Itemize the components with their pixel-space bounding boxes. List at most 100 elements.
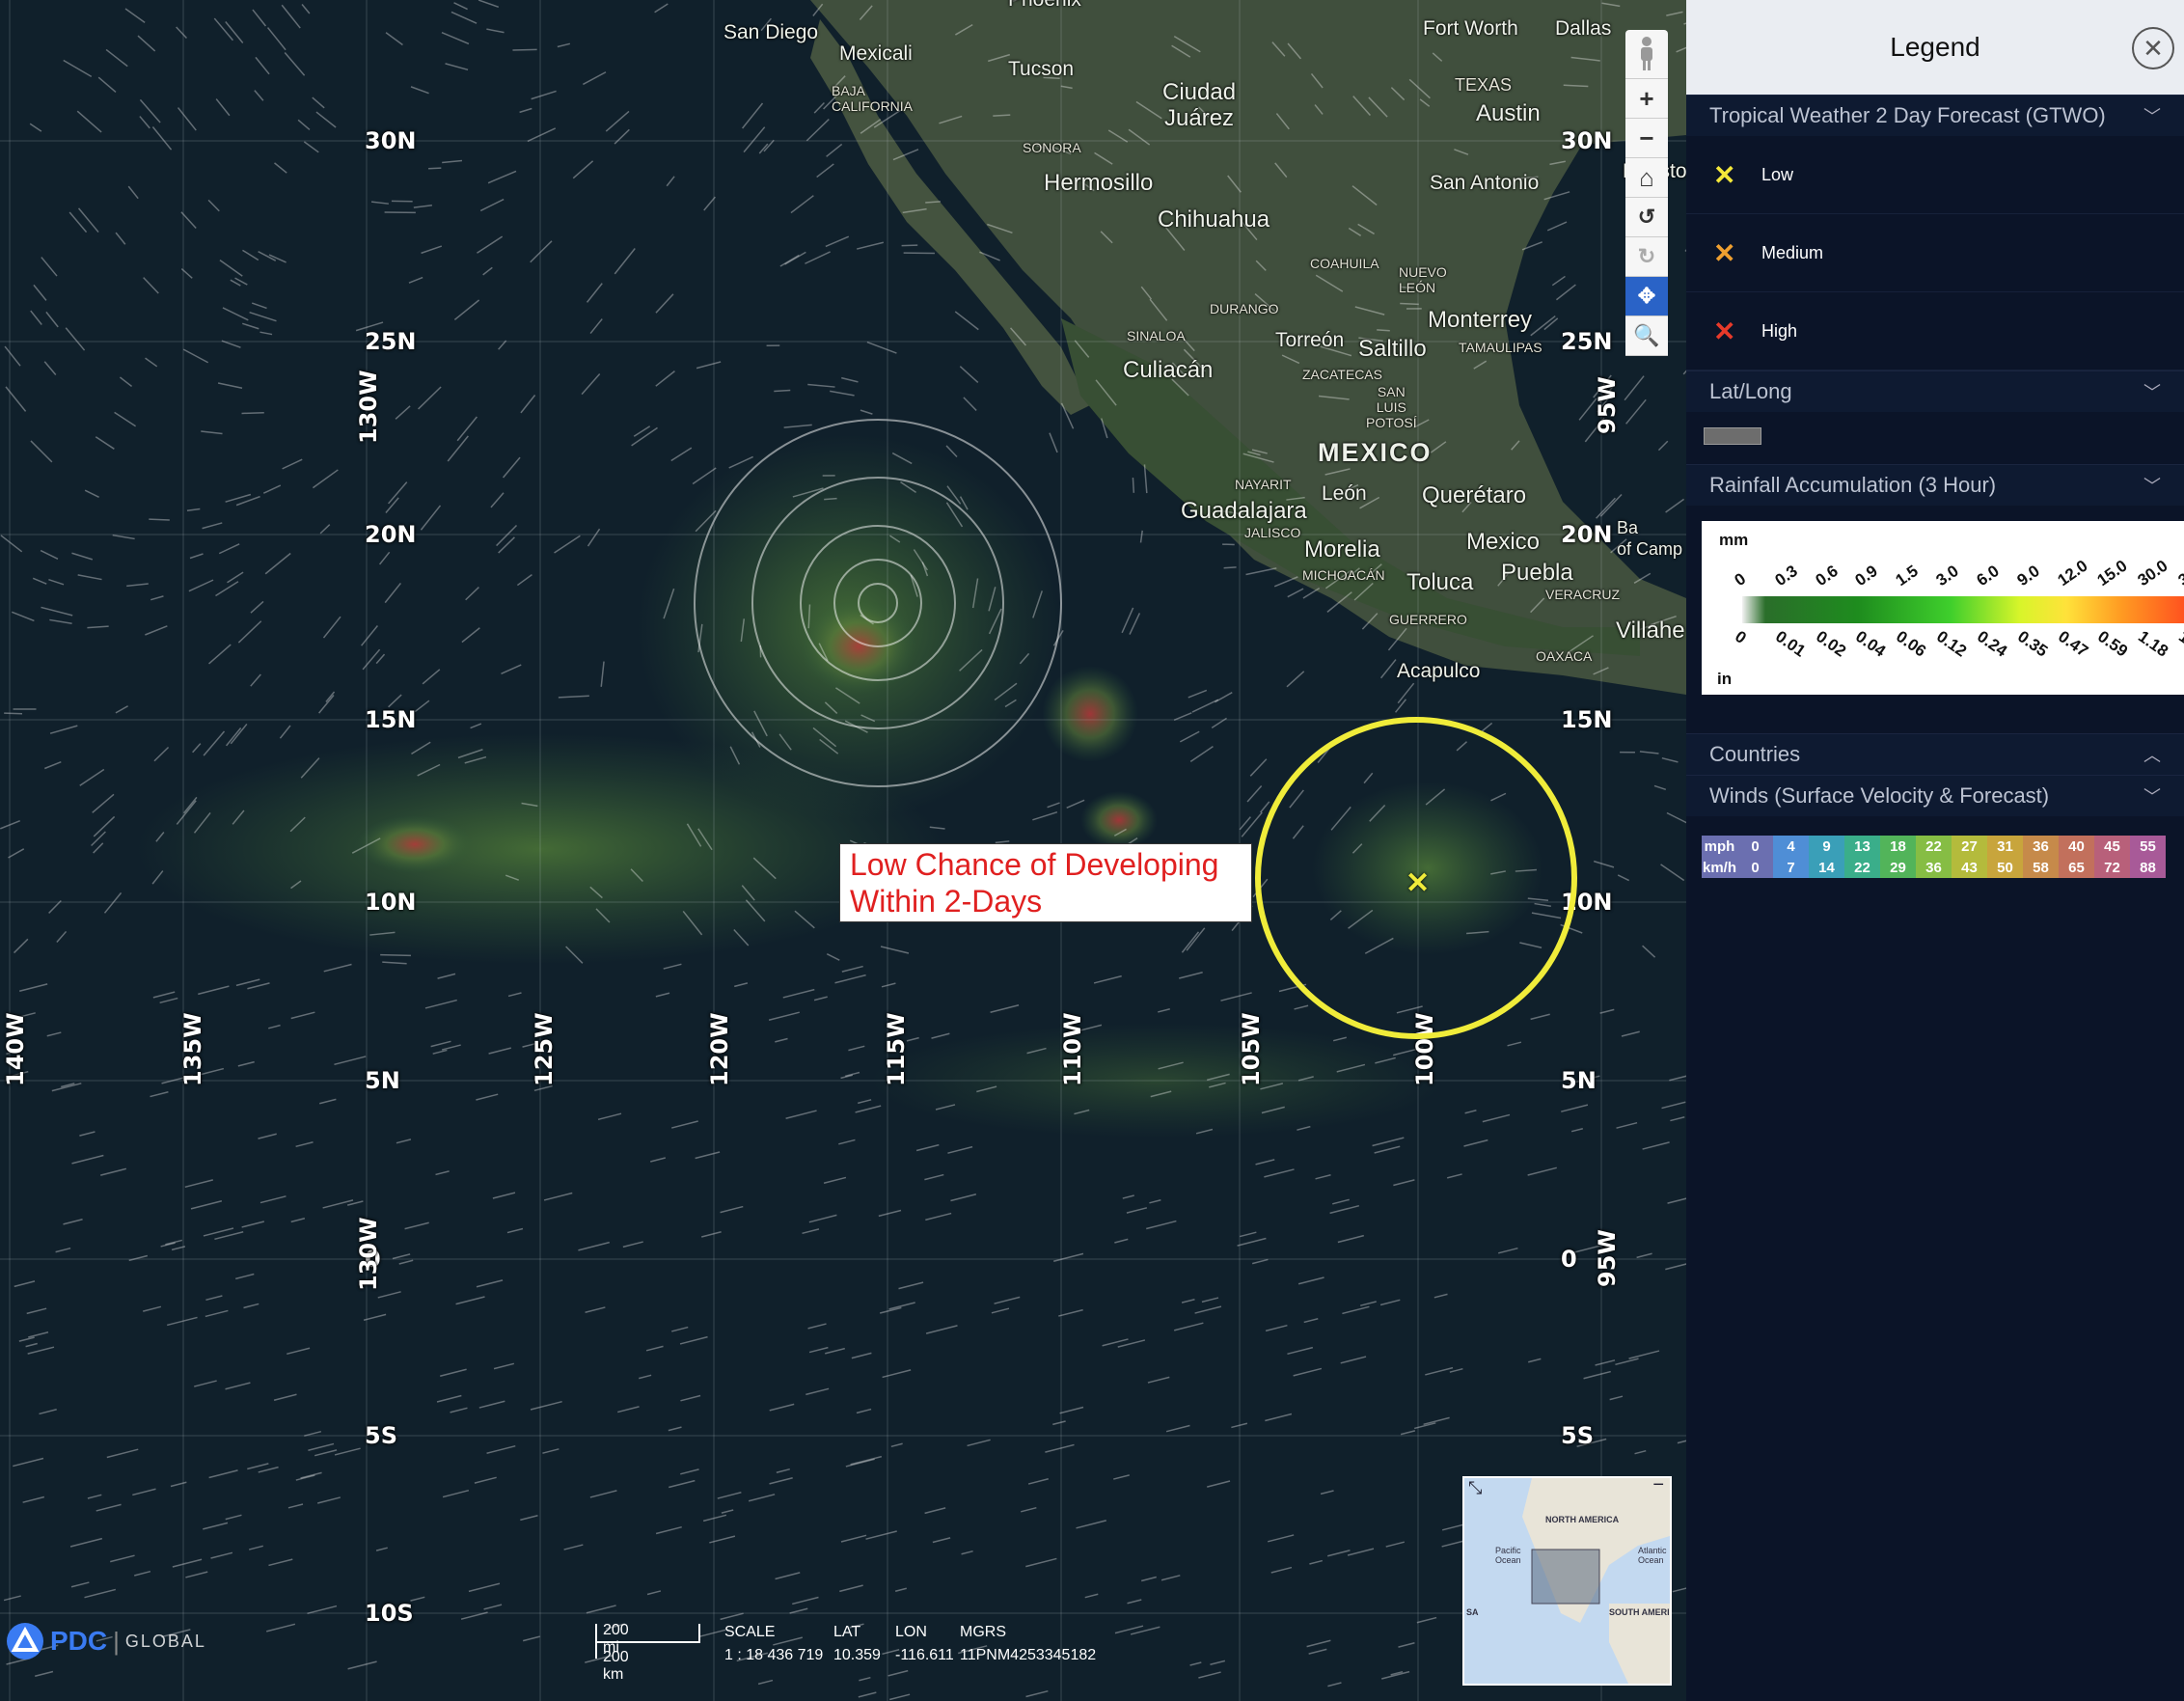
wind-scale-cell: 50 <box>1987 857 2023 878</box>
gtwo-low-marker-icon[interactable]: ✕ <box>1406 866 1430 900</box>
overview-expand-icon[interactable]: ⤡ <box>1468 1478 1482 1498</box>
rain-tick-mm: 30.0 <box>2134 556 2171 590</box>
lat-label-left: 5S <box>365 1422 397 1449</box>
overview-collapse-icon[interactable]: − <box>1652 1478 1664 1496</box>
lon-label: 120W <box>706 1012 733 1086</box>
gtwo-item-label: Medium <box>1761 242 1824 262</box>
chevron-down-icon[interactable]: ﹀ <box>2143 783 2161 809</box>
place-coahuila: COAHUILA <box>1310 256 1379 271</box>
chevron-down-icon[interactable]: ﹀ <box>2143 103 2161 128</box>
readout-lat: LAT 10.359 <box>833 1624 881 1664</box>
lat-label-left: 20N <box>365 521 417 548</box>
overview-map[interactable]: NORTH AMERICA Pacific Ocean Atlantic Oce… <box>1462 1476 1672 1686</box>
lon-label: 130W <box>355 1217 382 1291</box>
lat-label-right: 0 <box>1561 1246 1577 1273</box>
gtwo-item-label: Low <box>1761 164 1794 184</box>
place-mexico-country: MEXICO <box>1318 438 1433 467</box>
pdc-logo-icon <box>7 1623 43 1660</box>
place-guerrero: GUERRERO <box>1389 612 1467 627</box>
rain-tick-in: 0.04 <box>1852 627 1890 661</box>
place-ciudad-juarez: Ciudad Juárez <box>1162 79 1237 131</box>
wind-scale-cell: 88 <box>2130 857 2166 878</box>
pegman-icon[interactable] <box>1625 30 1668 79</box>
x-marker-icon: ✕ <box>1713 316 1736 346</box>
rain-tick-mm: 37.0 <box>2174 556 2184 590</box>
rain-unit-mm: mm <box>1719 531 1749 549</box>
rain-tick-in: 0.06 <box>1893 627 1930 661</box>
rain-tick-in: 0.12 <box>1933 627 1971 661</box>
rainfall-scale: mm in 0 0.3 0.6 0.9 1.5 3.0 6.0 9.0 12.0 15.0 30.0… <box>1702 521 2184 695</box>
scale-km: 200 km <box>603 1649 629 1683</box>
lat-label-right: 30N <box>1561 127 1613 154</box>
zoom-in-icon[interactable]: + <box>1625 79 1668 119</box>
rain-tick-in: 0.47 <box>2054 627 2091 661</box>
rain-tick-in: 1.46 <box>2175 627 2184 661</box>
lon-label: 130W <box>355 370 382 444</box>
readout-lon: LON -116.611 <box>895 1624 954 1664</box>
rainfall-color-bar <box>1742 596 2184 623</box>
wind-scale-cell: mph <box>1702 836 1737 857</box>
wind-scale-cell: 22 <box>1844 857 1880 878</box>
gtwo-item-low: ✕ Low <box>1686 136 2184 214</box>
place-texas: TEXAS <box>1455 75 1513 95</box>
x-marker-icon: ✕ <box>1713 237 1736 268</box>
place-queretaro: Querétaro <box>1422 482 1527 508</box>
readout-mgrs-label: MGRS <box>960 1624 1006 1640</box>
forecast-callout: Low Chance of Developing Within 2-Days <box>839 843 1252 922</box>
section-countries[interactable]: Countries ︿ <box>1686 733 2184 775</box>
pan-icon[interactable]: ✥ <box>1625 277 1668 316</box>
place-toluca: Toluca <box>1406 569 1474 595</box>
place-austin: Austin <box>1476 100 1541 126</box>
wind-scale-cell: 65 <box>2059 857 2094 878</box>
place-puebla: Puebla <box>1501 560 1573 586</box>
place-hermosillo: Hermosillo <box>1044 170 1154 196</box>
chevron-down-icon[interactable]: ﹀ <box>2143 473 2161 498</box>
place-nuevo-leon: NUEVO LEÓN <box>1399 264 1447 295</box>
place-dallas: Dallas <box>1555 17 1612 40</box>
overview-north-america: NORTH AMERICA <box>1545 1515 1620 1524</box>
section-winds[interactable]: Winds (Surface Velocity & Forecast) ﹀ <box>1686 775 2184 816</box>
lat-label-left: 30N <box>365 127 417 154</box>
readout-scale-value: 1 : 18 436 719 <box>724 1647 824 1663</box>
chevron-up-icon[interactable]: ︿ <box>2143 742 2161 767</box>
latlong-swatch-row <box>1686 412 2184 464</box>
lat-label-left: 10S <box>365 1600 414 1627</box>
gtwo-item-high: ✕ High <box>1686 292 2184 370</box>
place-sonora: SONORA <box>1023 140 1081 155</box>
pdc-logo: PDC | GLOBAL <box>6 1622 206 1660</box>
rain-tick-mm: 9.0 <box>2013 562 2043 590</box>
chevron-down-icon[interactable]: ﹀ <box>2143 379 2161 404</box>
map-view[interactable]: 30N 30N 25N 25N 20N 20N 15N 15N 10N 10N 5N 5N 0 0 5S 5S… <box>0 0 1686 1701</box>
close-icon[interactable]: ✕ <box>2132 27 2174 69</box>
section-gtwo[interactable]: Tropical Weather 2 Day Forecast (GTWO) ﹀ <box>1686 95 2184 136</box>
place-oaxaca: OAXACA <box>1536 648 1593 664</box>
place-tucson: Tucson <box>1008 58 1075 80</box>
rotate-left-icon[interactable]: ↺ <box>1625 198 1668 237</box>
section-latlong-label: Lat/Long <box>1709 379 1792 403</box>
section-rainfall-label: Rainfall Accumulation (3 Hour) <box>1709 473 1997 497</box>
wind-scale-cell: 7 <box>1773 857 1809 878</box>
section-latlong[interactable]: Lat/Long ﹀ <box>1686 370 2184 412</box>
rain-tick-mm: 3.0 <box>1932 562 1962 590</box>
section-rainfall[interactable]: Rainfall Accumulation (3 Hour) ﹀ <box>1686 464 2184 506</box>
home-icon[interactable]: ⌂ <box>1625 158 1668 198</box>
zoom-box-icon[interactable]: 🔍 <box>1625 316 1668 356</box>
section-gtwo-label: Tropical Weather 2 Day Forecast (GTWO) <box>1709 103 2106 127</box>
place-nayarit: NAYARIT <box>1235 477 1292 492</box>
zoom-out-icon[interactable]: − <box>1625 119 1668 158</box>
overview-pacific: Pacific Ocean <box>1495 1546 1521 1565</box>
wind-scale-cell: 31 <box>1987 836 2023 857</box>
place-villahermosa: Villahe <box>1616 617 1685 644</box>
wind-scale-cell: 9 <box>1809 836 1844 857</box>
gtwo-items: ✕ Low ✕ Medium ✕ High <box>1686 136 2184 370</box>
place-guadalajara: Guadalajara <box>1181 498 1307 524</box>
x-marker-icon: ✕ <box>1713 159 1736 190</box>
readout-mgrs-value: 11PNM4253345182 <box>960 1647 1097 1663</box>
rotate-right-icon[interactable]: ↻ <box>1625 237 1668 277</box>
readout-lon-value: -116.611 <box>895 1647 954 1663</box>
place-durango: DURANGO <box>1210 301 1279 316</box>
place-acapulco: Acapulco <box>1397 660 1481 682</box>
readout-mgrs: MGRS 11PNM4253345182 <box>960 1624 1096 1664</box>
wind-speed-scale: mph 0 4 9 13 18 22 27 31 36 40 45 55 km/h 0 7 14 22 29 36 4… <box>1702 836 2166 878</box>
lon-label: 135W <box>179 1012 206 1086</box>
